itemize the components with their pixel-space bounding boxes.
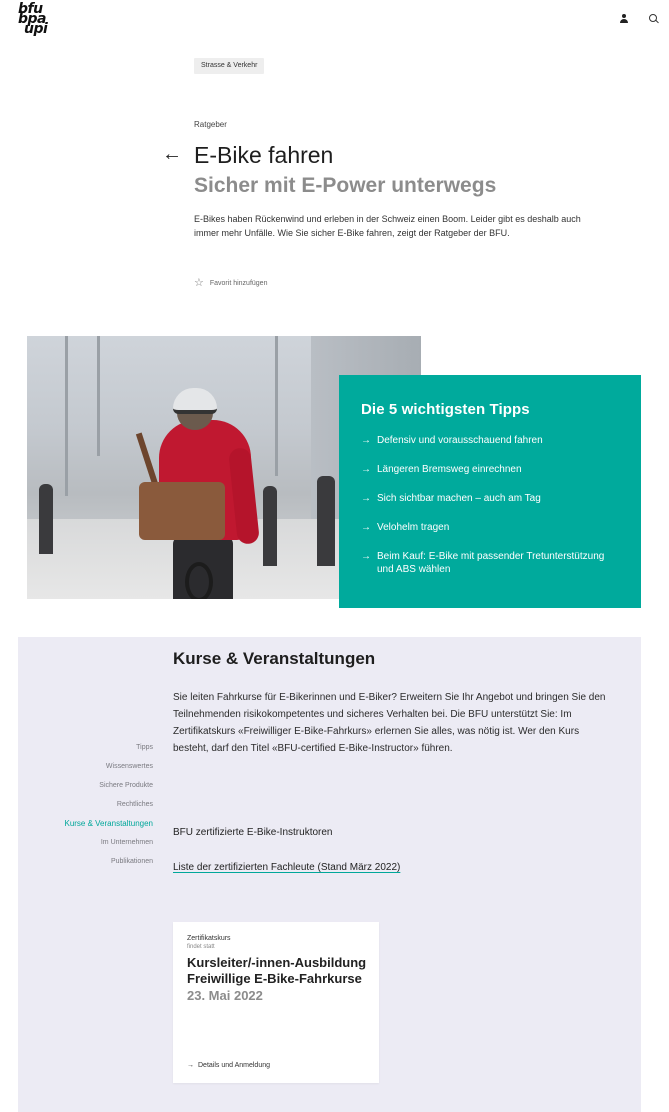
arrow-left-icon[interactable]: ← — [162, 144, 182, 164]
hero-tree — [65, 336, 68, 496]
user-icon[interactable] — [619, 14, 629, 24]
tip-item: → Defensiv und vorausschauend fahren — [361, 434, 619, 447]
side-nav-item-kurse[interactable]: Kurse & Veranstaltungen — [18, 814, 153, 833]
instructors-list-link[interactable]: Liste der zertifizierten Fachleute (Stan… — [173, 862, 400, 873]
arrow-right-icon: → — [361, 551, 371, 562]
side-nav-item-publikationen[interactable]: Publikationen — [18, 852, 153, 871]
course-card-kicker: Zertifikatskurs — [187, 935, 231, 942]
search-icon[interactable] — [649, 14, 659, 24]
hero-pedestrian — [317, 476, 335, 566]
arrow-right-icon: → — [361, 493, 371, 504]
tip-text: Längeren Bremsweg einrechnen — [377, 464, 522, 475]
side-nav-item-wissenswertes[interactable]: Wissenswertes — [18, 757, 153, 776]
logo-line: upi — [24, 21, 48, 37]
course-details-link[interactable]: → Details und Anmeldung — [187, 1062, 270, 1069]
course-card-status: findet statt — [187, 944, 215, 950]
arrow-right-icon: → — [361, 522, 371, 533]
hero-rider-helmet — [173, 388, 217, 414]
courses-text: Sie leiten Fahrkurse für E-Bikerinnen un… — [173, 692, 606, 754]
arrow-right-icon: → — [361, 464, 371, 475]
page-title: E-Bike fahren — [194, 142, 334, 168]
tip-item: → Beim Kauf: E-Bike mit passender Tretun… — [361, 550, 619, 576]
add-favorite-label: Favorit hinzufügen — [209, 280, 268, 287]
course-card[interactable]: Zertifikatskurs findet statt Kursleiter/… — [173, 922, 379, 1083]
hero-tree — [97, 336, 100, 456]
side-nav-item-sichere-produkte[interactable]: Sichere Produkte — [18, 776, 153, 795]
header-actions — [619, 14, 659, 24]
hero-tree — [275, 336, 278, 476]
instructors-heading: BFU zertifizierte E-Bike-Instruktoren — [173, 827, 333, 838]
course-details-label: Details und Anmeldung — [198, 1062, 270, 1069]
hero-pedestrian — [263, 486, 277, 566]
category-tag[interactable]: Strasse & Verkehr — [194, 58, 265, 74]
tip-text: Defensiv und vorausschauend fahren — [377, 435, 543, 446]
page-kicker: Ratgeber — [194, 120, 227, 129]
tips-title: Die 5 wichtigsten Tipps — [361, 401, 530, 418]
tips-box: Die 5 wichtigsten Tipps → Defensiv und v… — [339, 375, 641, 608]
hero-pedestrian — [39, 484, 53, 554]
lead-text: E-Bikes haben Rückenwind und erleben in … — [194, 214, 581, 238]
course-card-date: 23. Mai 2022 — [187, 988, 263, 1003]
courses-section: Tipps Wissenswertes Sichere Produkte Rec… — [18, 637, 641, 1112]
add-favorite-button[interactable]: ☆ Favorit hinzufügen — [194, 278, 267, 289]
side-nav: Tipps Wissenswertes Sichere Produkte Rec… — [18, 738, 153, 871]
arrow-right-icon: → — [187, 1062, 194, 1069]
side-nav-item-rechtliches[interactable]: Rechtliches — [18, 795, 153, 814]
arrow-right-icon: → — [361, 435, 371, 446]
page-subtitle: Sicher mit E-Power unterwegs — [194, 174, 497, 197]
tip-text: Sich sichtbar machen – auch am Tag — [377, 493, 541, 504]
hero-bike-wheel — [185, 562, 213, 599]
tip-text: Beim Kauf: E-Bike mit passender Tretunte… — [377, 551, 605, 575]
course-card-title: Kursleiter/-innen-Ausbildung Freiwillige… — [187, 955, 367, 986]
tip-item: → Längeren Bremsweg einrechnen — [361, 463, 619, 476]
hero-bag — [139, 482, 225, 540]
side-nav-item-tipps[interactable]: Tipps — [18, 738, 153, 757]
tip-item: → Velohelm tragen — [361, 521, 619, 534]
bfu-logo[interactable]: bfu bpa upi — [18, 2, 66, 37]
tip-item: → Sich sichtbar machen – auch am Tag — [361, 492, 619, 505]
courses-title: Kurse & Veranstaltungen — [173, 649, 376, 668]
side-nav-item-unternehmen[interactable]: Im Unternehmen — [18, 833, 153, 852]
star-icon: ☆ — [194, 277, 204, 289]
tip-text: Velohelm tragen — [377, 522, 450, 533]
